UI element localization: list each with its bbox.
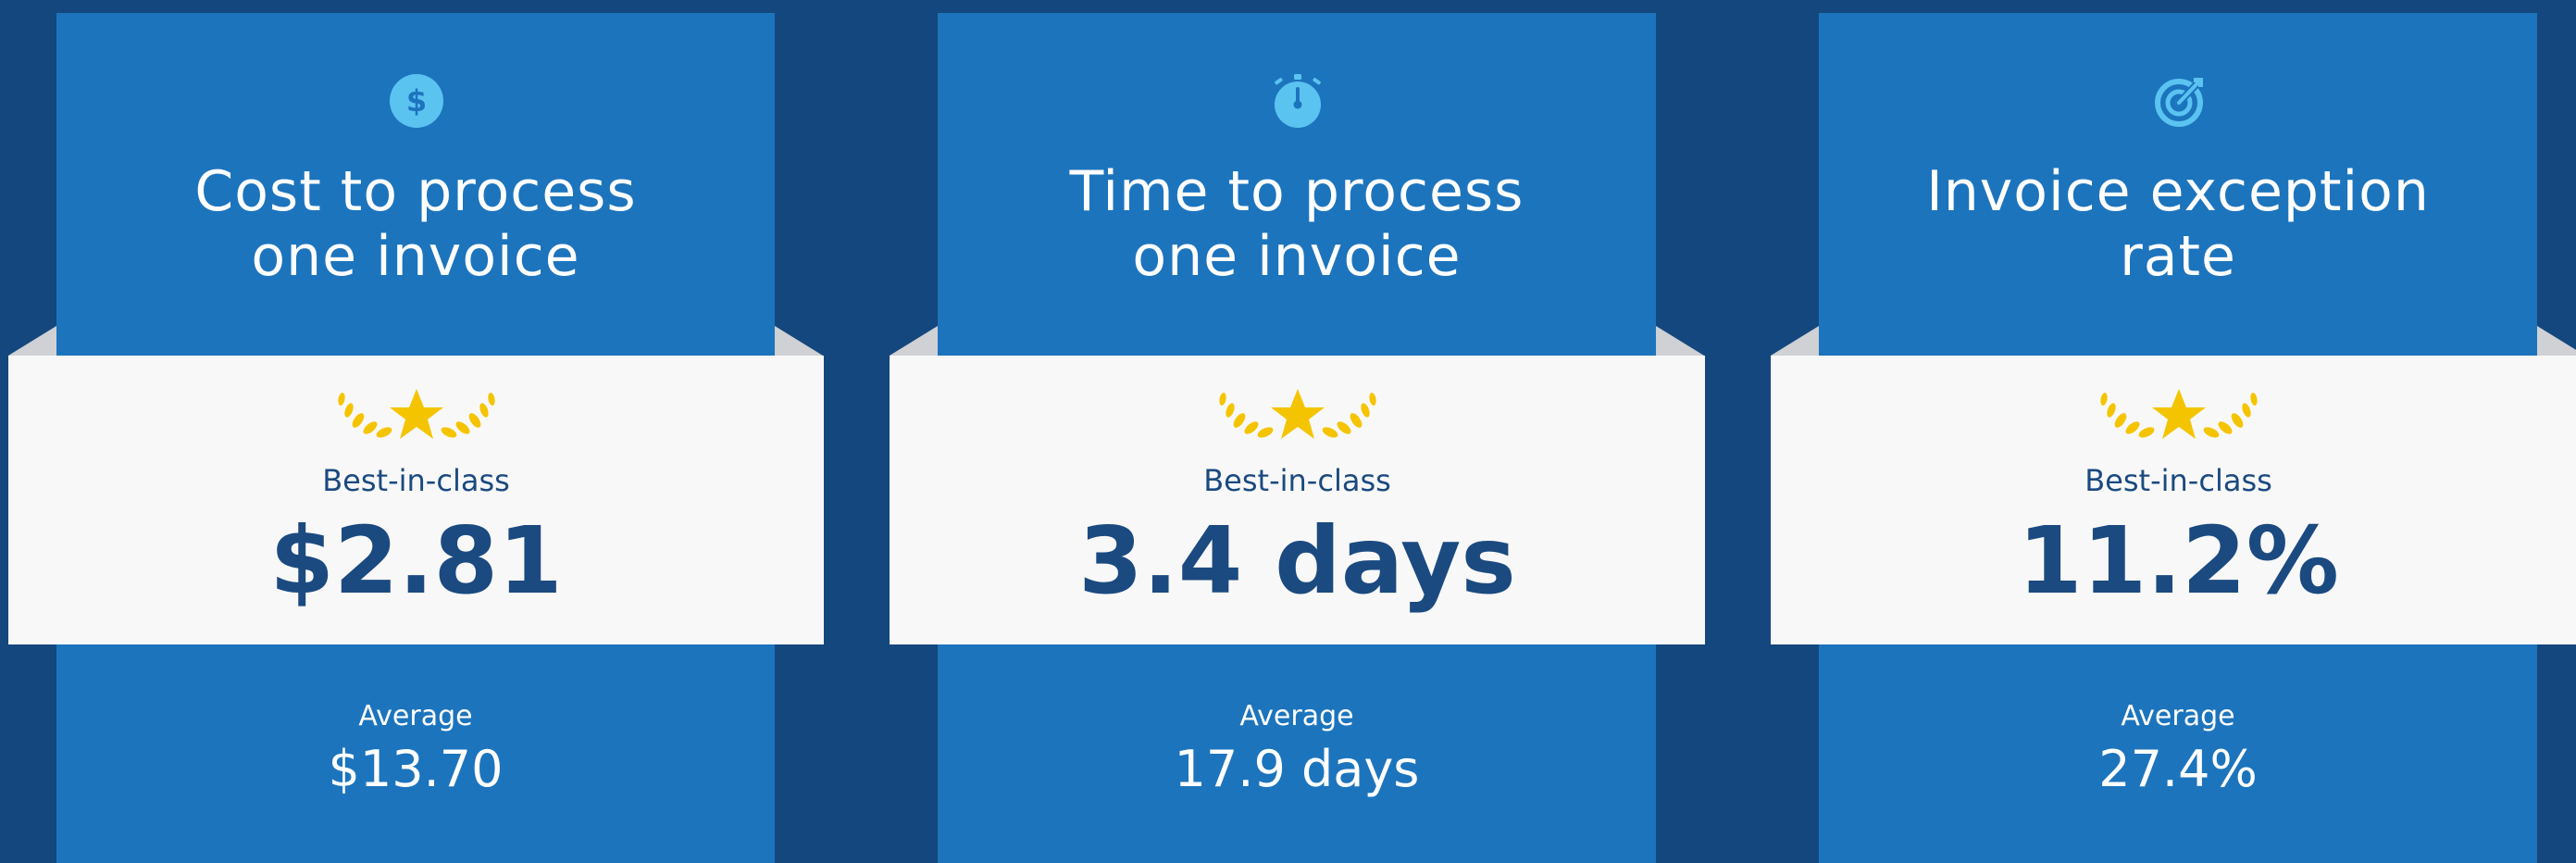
average-value: 27.4% (2098, 740, 2258, 798)
card-title: Cost to process one invoice (56, 159, 775, 289)
ribbon-fold-left (8, 326, 56, 356)
card-title: Time to process one invoice (938, 159, 1656, 289)
ribbon-fold-right (2537, 326, 2576, 356)
svg-text:$: $ (406, 83, 427, 119)
best-in-class-value: $2.81 (269, 507, 563, 615)
best-in-class-value: 3.4 days (1078, 507, 1516, 615)
average-label: Average (1239, 700, 1354, 732)
laurel-star-icon (1219, 389, 1376, 439)
target-icon (2155, 78, 2203, 127)
card-title: Invoice exception rate (1819, 159, 2537, 289)
card-title-line-2: one invoice (251, 224, 580, 289)
card-title-line-2: one invoice (1132, 224, 1462, 289)
card-title-line-1: Cost to process (194, 159, 637, 224)
average-value: $13.70 (328, 740, 504, 798)
average-label: Average (2121, 700, 2235, 732)
exception-rate-card: Invoice exception rate Best-in-class 11.… (1771, 0, 2576, 863)
card-title-line-1: Time to process (1069, 159, 1524, 224)
best-in-class-value: 11.2% (2018, 507, 2339, 615)
dollar-coin-icon: $ (390, 74, 443, 128)
best-in-class-label: Best-in-class (322, 463, 510, 498)
stopwatch-icon (1275, 74, 1321, 128)
laurel-star-icon (338, 389, 495, 439)
ribbon-fold-left (890, 326, 938, 356)
card-title-line-1: Invoice exception (1926, 159, 2430, 224)
average-value: 17.9 days (1174, 740, 1420, 798)
average-label: Average (358, 700, 473, 732)
card-title-line-2: rate (2120, 224, 2236, 289)
time-card: Time to process one invoice Best-in-clas… (890, 0, 1705, 863)
best-in-class-label: Best-in-class (2084, 463, 2272, 498)
cost-card: $ Cost to process one invoice Best-in-cl… (8, 0, 824, 863)
ribbon-fold-left (1771, 326, 1819, 356)
laurel-star-icon (2100, 389, 2258, 439)
best-in-class-label: Best-in-class (1203, 463, 1391, 498)
ribbon-fold-right (1656, 326, 1704, 356)
ribbon-fold-right (775, 326, 823, 356)
